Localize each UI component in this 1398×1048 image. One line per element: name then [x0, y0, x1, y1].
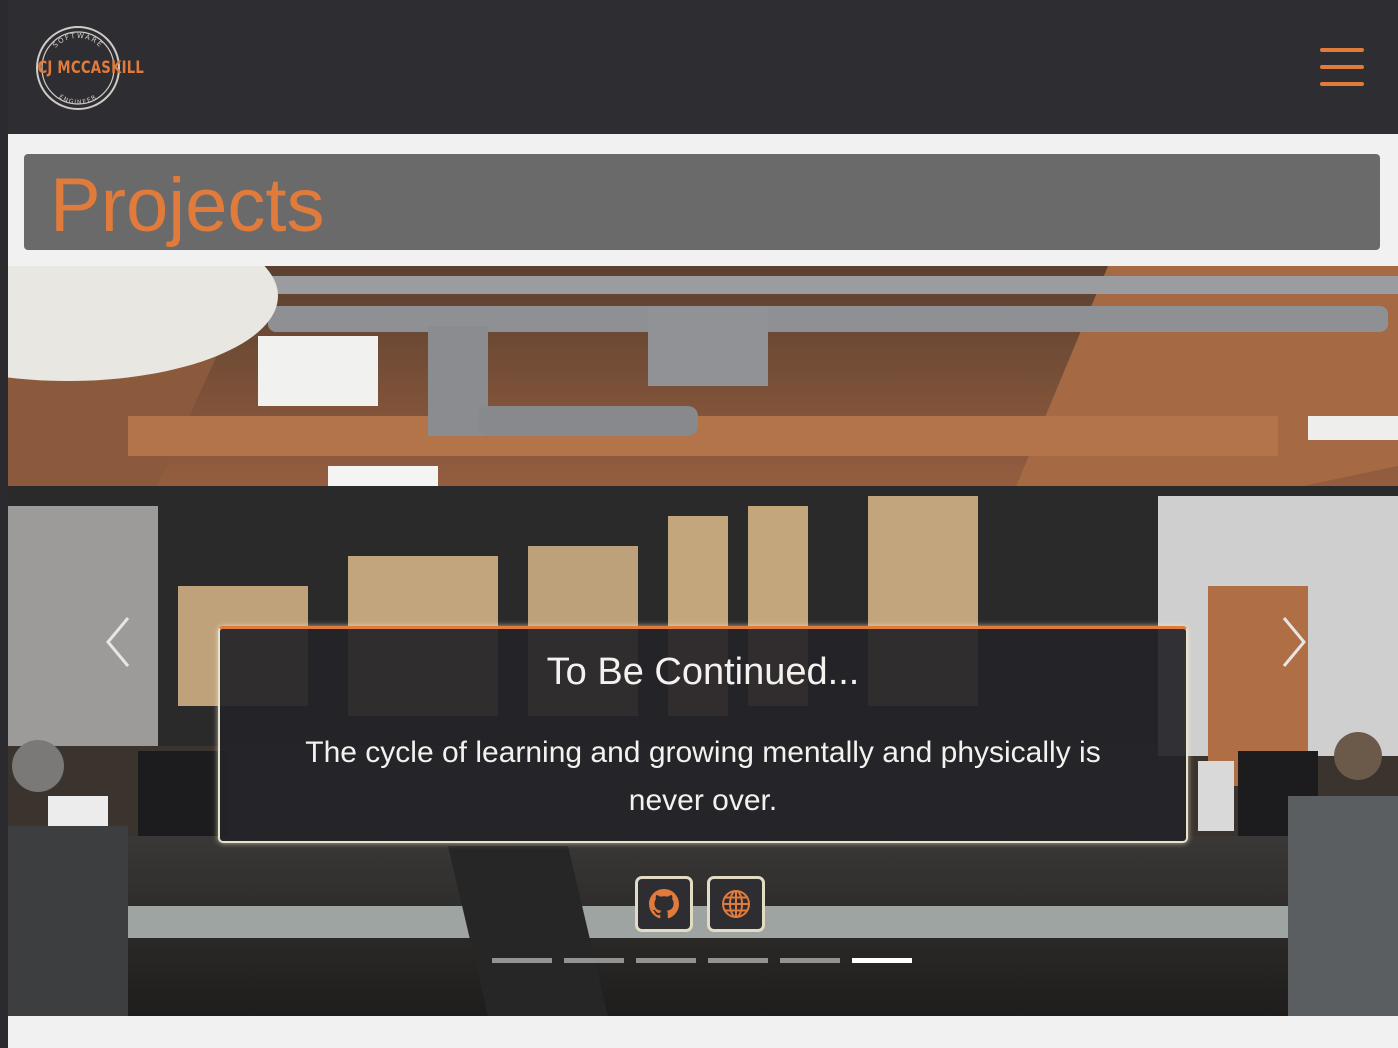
carousel-next-button[interactable]: [1274, 612, 1314, 672]
logo-ring-top: SOFTWARE: [51, 32, 104, 50]
hamburger-icon-bar: [1320, 65, 1364, 69]
github-link-button[interactable]: [635, 876, 693, 932]
carousel-indicator-active[interactable]: [852, 958, 912, 963]
globe-icon: [722, 890, 750, 918]
menu-toggle-button[interactable]: [1320, 48, 1364, 86]
page-edge: [0, 0, 8, 1048]
carousel-indicator[interactable]: [636, 958, 696, 963]
website-link-button[interactable]: [707, 876, 765, 932]
carousel-indicator[interactable]: [780, 958, 840, 963]
slide-description: The cycle of learning and growing mental…: [305, 736, 1101, 817]
logo-ring-bottom: ENGINEER: [58, 93, 99, 106]
carousel-indicator[interactable]: [708, 958, 768, 963]
project-carousel: To Be Continued... The cycle of learning…: [8, 266, 1398, 1016]
carousel-caption: To Be Continued... The cycle of learning…: [218, 626, 1188, 843]
github-icon: [649, 889, 679, 919]
main-content: Projects To Be Continued... The cycle of…: [8, 134, 1398, 1048]
hamburger-icon-bar: [1320, 82, 1364, 86]
page-title: Projects: [50, 163, 325, 248]
logo-name: CJ MCCASKILL: [37, 58, 145, 78]
section-title-bar: Projects: [24, 154, 1380, 250]
hamburger-icon: [1320, 48, 1364, 52]
logo[interactable]: SOFTWARE ENGINEER CJ MCCASKILL: [26, 24, 145, 112]
carousel-indicator[interactable]: [492, 958, 552, 963]
carousel-indicator[interactable]: [564, 958, 624, 963]
chevron-left-icon: [106, 617, 130, 667]
slide-title: To Be Continued...: [546, 651, 860, 693]
navbar: SOFTWARE ENGINEER CJ MCCASKILL: [8, 0, 1398, 134]
chevron-right-icon: [1282, 617, 1306, 667]
carousel-prev-button[interactable]: [98, 612, 138, 672]
